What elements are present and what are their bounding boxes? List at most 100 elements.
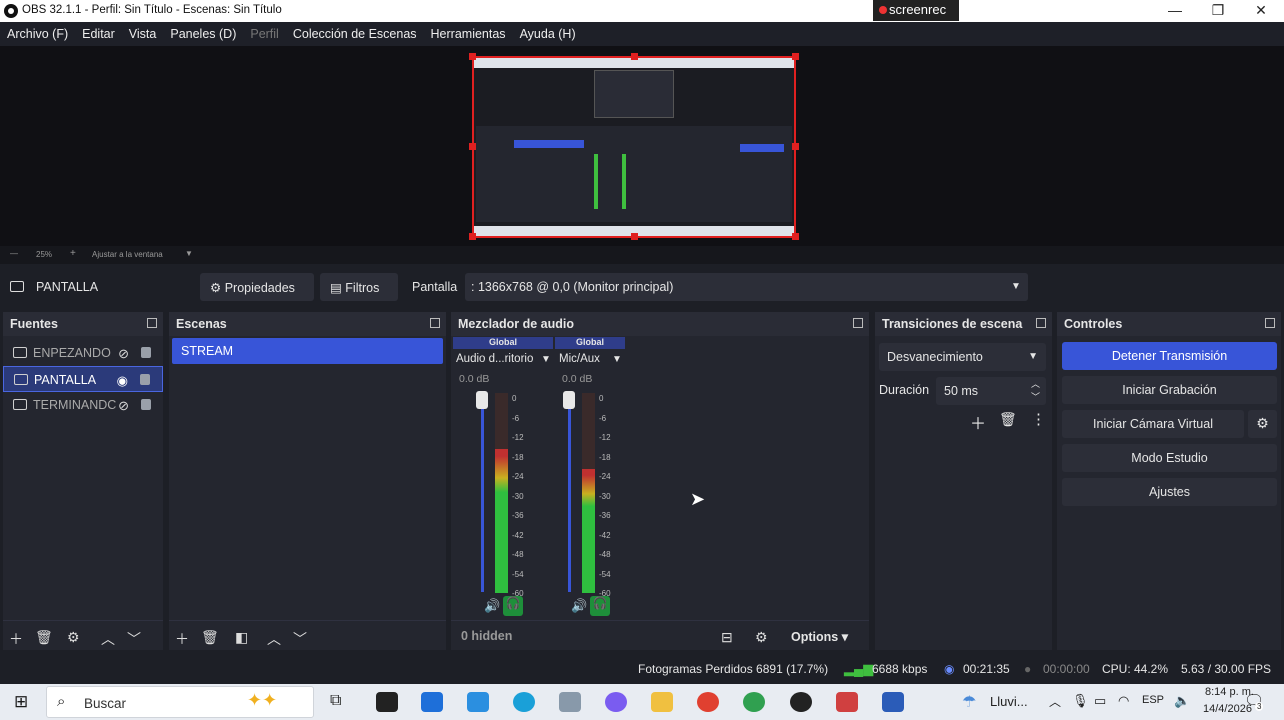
popout-icon[interactable] bbox=[147, 318, 157, 328]
virtual-camera-button[interactable]: Iniciar Cámara Virtual bbox=[1062, 410, 1244, 438]
studio-mode-button[interactable]: Modo Estudio bbox=[1062, 444, 1277, 472]
layout-icon[interactable]: ⊟ bbox=[721, 629, 733, 646]
duration-spinbox[interactable]: 50 ms ︿ ﹀ bbox=[936, 377, 1046, 405]
screenrec-badge[interactable]: screenrec bbox=[873, 0, 959, 21]
word-icon[interactable] bbox=[882, 692, 904, 712]
hidden-eye-icon[interactable]: ⊘ bbox=[118, 346, 129, 362]
resize-handle[interactable] bbox=[469, 143, 476, 150]
options-button[interactable]: Options ▾ bbox=[791, 629, 848, 644]
menu-editar[interactable]: Editar bbox=[75, 22, 122, 46]
language-indicator[interactable]: ESP bbox=[1142, 694, 1164, 706]
resize-handle[interactable] bbox=[631, 53, 638, 60]
chevron-up-icon[interactable]: ︿ bbox=[101, 629, 115, 649]
display-select[interactable]: : 1366x768 @ 0,0 (Monitor principal) bbox=[465, 273, 1028, 301]
virtual-camera-settings-icon[interactable]: ⚙ bbox=[1248, 410, 1277, 438]
gear-icon[interactable]: ⚙ bbox=[67, 629, 80, 646]
channel-menu-icon[interactable]: ▼ bbox=[541, 354, 551, 365]
wifi-icon[interactable]: ◠ bbox=[1118, 693, 1129, 709]
eye-icon[interactable]: ◉ bbox=[117, 373, 128, 389]
start-recording-button[interactable]: Iniciar Grabación bbox=[1062, 376, 1277, 404]
volume-slider-track[interactable] bbox=[568, 394, 571, 592]
volume-icon[interactable]: 🔈 bbox=[1174, 693, 1190, 709]
speaker-icon[interactable]: 🔊 bbox=[484, 598, 500, 614]
popout-icon[interactable] bbox=[1036, 318, 1046, 328]
resize-handle[interactable] bbox=[631, 233, 638, 240]
lock-icon[interactable] bbox=[140, 374, 150, 385]
spin-down-icon[interactable]: ﹀ bbox=[1031, 390, 1040, 403]
search-box[interactable]: ⌕ Buscar ✦✦ bbox=[46, 686, 314, 718]
menu-archivo[interactable]: Archivo (F) bbox=[0, 22, 75, 46]
discord-icon[interactable] bbox=[605, 692, 627, 712]
close-button[interactable]: ✕ bbox=[1239, 0, 1283, 22]
notes-app-icon[interactable] bbox=[376, 692, 398, 712]
restore-button[interactable]: ❐ bbox=[1196, 0, 1240, 22]
weather-label[interactable]: Lluvi... bbox=[990, 694, 1028, 709]
mail-icon[interactable] bbox=[467, 692, 489, 712]
chevron-up-icon[interactable]: ︿ bbox=[1049, 693, 1061, 710]
more-vertical-icon[interactable]: ⋮ bbox=[1031, 410, 1046, 428]
chrome-profile-icon[interactable] bbox=[743, 692, 765, 712]
resize-handle[interactable] bbox=[469, 233, 476, 240]
lock-icon[interactable] bbox=[141, 347, 151, 358]
popout-icon[interactable] bbox=[430, 318, 440, 328]
stop-stream-button[interactable]: Detener Transmisión bbox=[1062, 342, 1277, 370]
advanced-gear-icon[interactable]: ⚙ bbox=[755, 629, 768, 646]
battery-icon[interactable]: ▭ bbox=[1094, 693, 1106, 709]
task-view-icon[interactable]: ⧉ bbox=[330, 692, 341, 710]
edge-icon[interactable] bbox=[513, 692, 535, 712]
filters-button[interactable]: ▤ Filtros bbox=[320, 273, 398, 301]
transition-select[interactable]: Desvanecimiento ▼ bbox=[879, 343, 1046, 371]
display-dropdown-button[interactable]: ▼ bbox=[1002, 273, 1028, 301]
hidden-eye-icon[interactable]: ⊘ bbox=[118, 398, 129, 414]
chevron-down-icon[interactable]: ﹀ bbox=[127, 629, 141, 649]
source-item[interactable]: TERMINANDC ⊘ bbox=[3, 392, 163, 418]
screenrec-taskbar-icon[interactable] bbox=[836, 692, 858, 712]
volume-slider-handle[interactable] bbox=[563, 391, 575, 409]
lock-icon[interactable] bbox=[141, 399, 151, 410]
chevron-down-icon[interactable]: ▼ bbox=[185, 249, 193, 258]
menu-perfil[interactable]: Perfil bbox=[243, 22, 285, 46]
menu-paneles[interactable]: Paneles (D) bbox=[163, 22, 243, 46]
scene-item-selected[interactable]: STREAM bbox=[172, 338, 443, 364]
zoom-out-icon[interactable]: — bbox=[10, 249, 18, 258]
resize-handle[interactable] bbox=[792, 53, 799, 60]
trash-icon[interactable]: 🗑 bbox=[35, 629, 53, 646]
computer-icon[interactable] bbox=[559, 692, 581, 712]
add-transition-icon[interactable]: ＋ bbox=[970, 410, 986, 434]
menu-herramientas[interactable]: Herramientas bbox=[424, 22, 513, 46]
zoom-in-icon[interactable]: + bbox=[70, 248, 76, 259]
channel-menu-icon[interactable]: ▼ bbox=[612, 354, 622, 365]
obs-taskbar-icon[interactable] bbox=[790, 692, 812, 712]
menu-ayuda[interactable]: Ayuda (H) bbox=[513, 22, 583, 46]
speaker-icon[interactable]: 🔊 bbox=[571, 598, 587, 614]
source-item-selected[interactable]: PANTALLA ◉ bbox=[3, 366, 163, 392]
resize-handle[interactable] bbox=[792, 233, 799, 240]
settings-button[interactable]: Ajustes bbox=[1062, 478, 1277, 506]
menu-coleccion[interactable]: Colección de Escenas bbox=[286, 22, 424, 46]
resize-handle[interactable] bbox=[469, 53, 476, 60]
spin-up-icon[interactable]: ︿ bbox=[1031, 377, 1040, 390]
scene-filter-icon[interactable]: ◧ bbox=[235, 629, 248, 646]
source-item[interactable]: ENPEZANDO ⊘ bbox=[3, 340, 163, 366]
store-icon[interactable] bbox=[421, 692, 443, 712]
resize-handle[interactable] bbox=[792, 143, 799, 150]
menu-vista[interactable]: Vista bbox=[122, 22, 164, 46]
add-icon[interactable]: ＋ bbox=[9, 629, 23, 649]
chrome-icon[interactable] bbox=[697, 692, 719, 712]
minimize-button[interactable]: — bbox=[1153, 0, 1197, 22]
trash-icon[interactable]: 🗑 bbox=[201, 629, 219, 646]
volume-slider-track[interactable] bbox=[481, 394, 484, 592]
volume-slider-handle[interactable] bbox=[476, 391, 488, 409]
properties-button[interactable]: ⚙ Propiedades bbox=[200, 273, 314, 301]
preview-source[interactable] bbox=[472, 56, 796, 238]
chevron-up-icon[interactable]: ︿ bbox=[267, 629, 281, 649]
add-icon[interactable]: ＋ bbox=[175, 629, 189, 649]
popout-icon[interactable] bbox=[853, 318, 863, 328]
chevron-down-icon[interactable]: ﹀ bbox=[293, 629, 307, 649]
weather-icon[interactable]: ☂ bbox=[962, 692, 976, 712]
popout-icon[interactable] bbox=[1265, 318, 1275, 328]
microphone-icon[interactable]: 🎙 bbox=[1072, 693, 1089, 709]
windows-start-icon[interactable]: ⊞ bbox=[14, 692, 28, 712]
trash-icon[interactable]: 🗑 bbox=[999, 411, 1017, 428]
folder-icon[interactable] bbox=[651, 692, 673, 712]
